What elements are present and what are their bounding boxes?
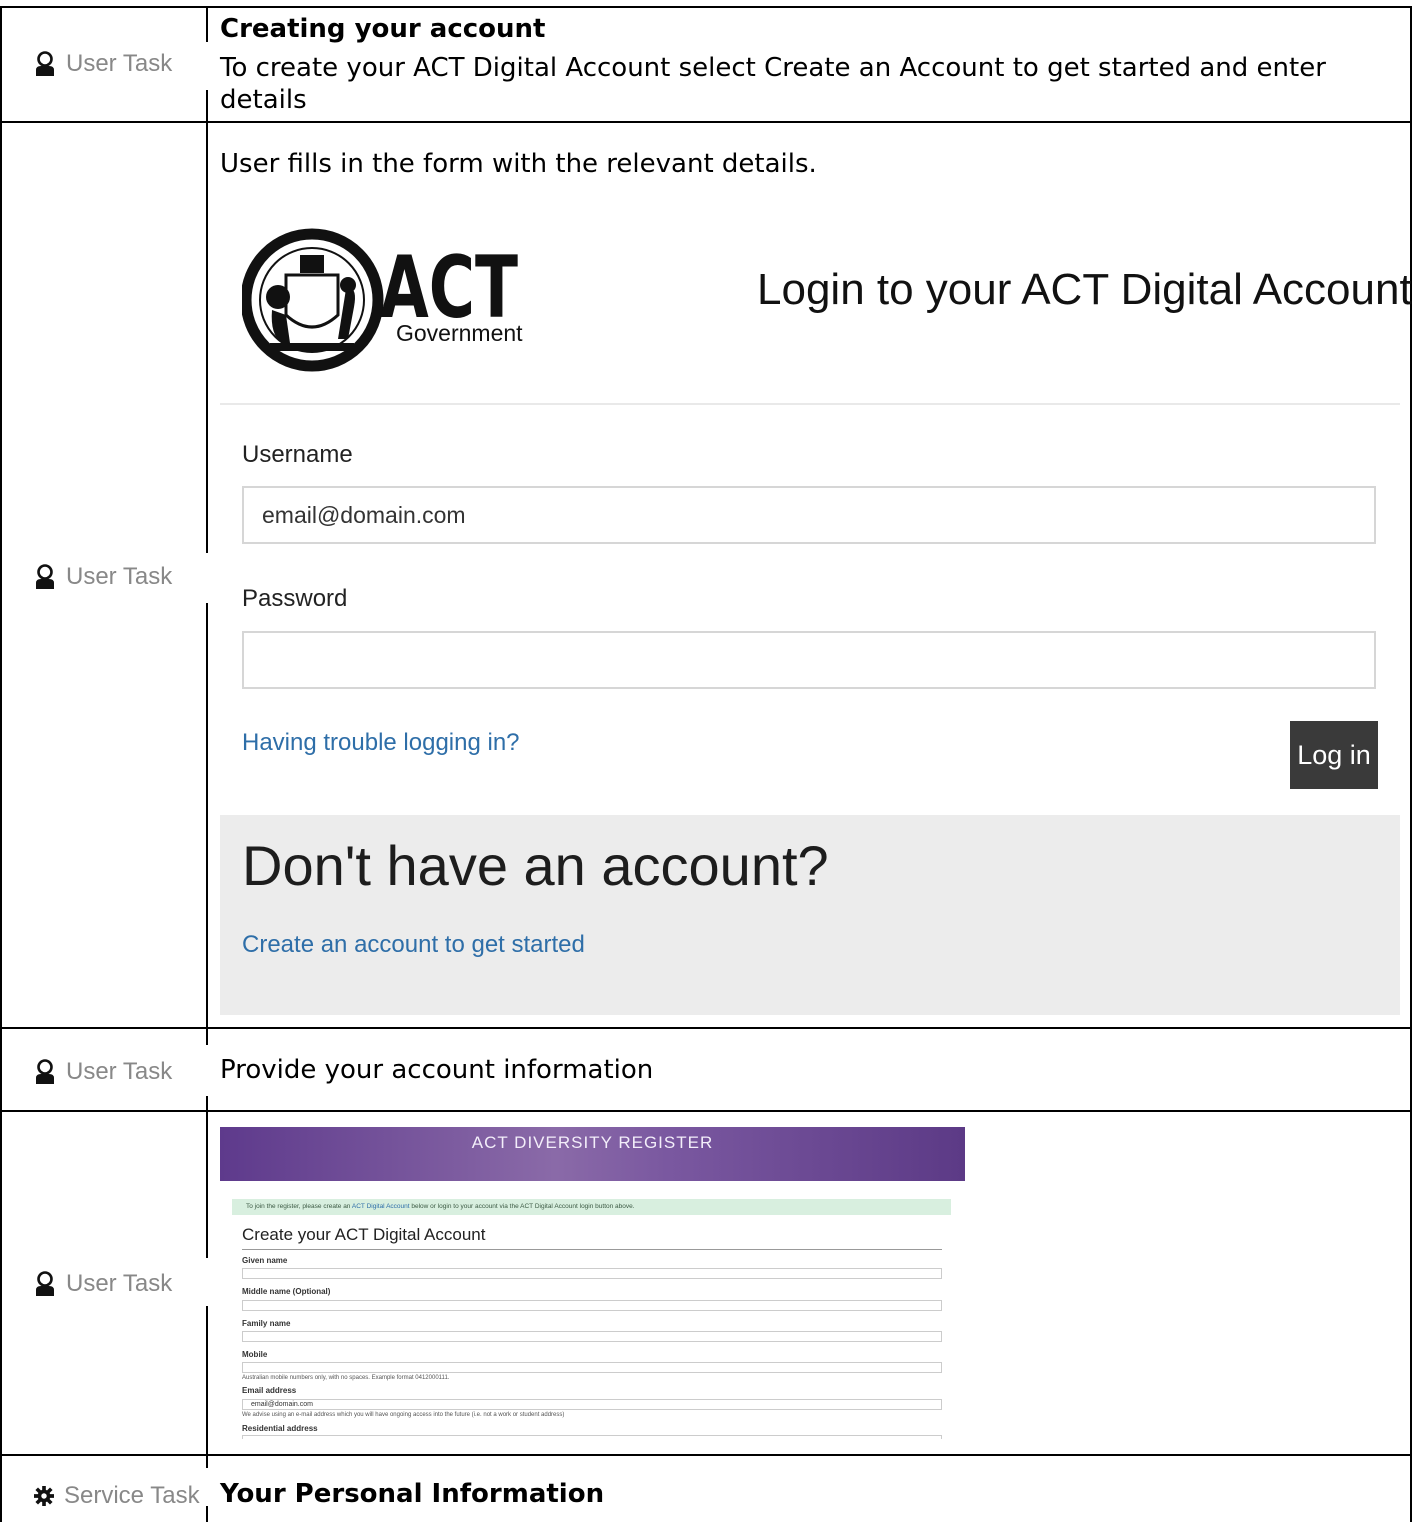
mobile-input[interactable]	[242, 1362, 942, 1373]
login-title: Login to your ACT Digital Account	[757, 265, 1412, 314]
register-info-note: To join the register, please create an A…	[232, 1199, 951, 1215]
row-divider	[0, 1454, 1412, 1456]
column-divider	[206, 1027, 208, 1045]
user-icon	[36, 51, 54, 76]
user-icon	[36, 1059, 54, 1084]
task-label-text: User Task	[66, 1058, 173, 1085]
row-divider	[0, 1027, 1412, 1029]
task-label-text: User Task	[66, 50, 173, 77]
residential-address-label: Residential address	[242, 1424, 318, 1433]
given-name-label: Given name	[242, 1256, 288, 1265]
note-text: below or login to your account via the A…	[409, 1203, 635, 1210]
username-label: Username	[242, 441, 353, 468]
login-header: ACT Government Login to your ACT Digital…	[220, 195, 1412, 405]
column-divider	[206, 1454, 208, 1468]
task-label-text: Service Task	[64, 1482, 200, 1509]
row-divider	[0, 1110, 1412, 1112]
task-label: User Task	[34, 1058, 172, 1086]
user-icon	[36, 564, 54, 589]
task-label-text: User Task	[66, 1270, 173, 1297]
note-link[interactable]: ACT Digital Account	[352, 1203, 410, 1210]
no-account-section: Don't have an account? Create an account…	[220, 815, 1400, 1015]
register-banner-title: ACT DIVERSITY REGISTER	[471, 1133, 714, 1152]
middle-name-label: Middle name (Optional)	[242, 1287, 331, 1296]
row-heading: Creating your account	[220, 14, 546, 44]
login-button[interactable]: Log in	[1290, 721, 1378, 789]
given-name-input[interactable]	[242, 1268, 942, 1279]
column-divider	[206, 1306, 208, 1454]
residential-address-input[interactable]	[242, 1435, 942, 1439]
row-text: To create your ACT Digital Account selec…	[220, 53, 1326, 115]
password-input[interactable]	[242, 631, 1376, 689]
task-label: Service Task	[34, 1482, 200, 1510]
column-divider	[206, 90, 208, 121]
diversity-register-screenshot: ACT DIVERSITY REGISTER To join the regis…	[220, 1127, 965, 1439]
row-text: Provide your account information	[220, 1055, 654, 1085]
task-label: User Task	[34, 563, 172, 591]
middle-name-input[interactable]	[242, 1300, 942, 1311]
table-border-top	[0, 6, 1412, 8]
create-account-link[interactable]: Create an account to get started	[242, 931, 585, 959]
password-label: Password	[242, 585, 348, 612]
email-hint: We advise using an e-mail address which …	[242, 1412, 565, 1418]
column-divider	[206, 1110, 208, 1258]
username-input[interactable]: email@domain.com	[242, 486, 1376, 544]
user-icon	[36, 1271, 54, 1296]
task-label: User Task	[34, 1270, 172, 1298]
column-divider	[206, 121, 208, 553]
column-divider	[206, 1096, 208, 1110]
login-screenshot: ACT Government Login to your ACT Digital…	[220, 195, 1412, 1015]
note-text: To join the register, please create an	[246, 1203, 352, 1210]
column-divider	[206, 603, 208, 1027]
divider	[242, 1249, 942, 1250]
act-government-logo: ACT Government	[242, 228, 523, 372]
family-name-label: Family name	[242, 1319, 291, 1328]
gear-icon	[34, 1486, 54, 1506]
email-label: Email address	[242, 1386, 297, 1395]
row-heading: Your Personal Information	[220, 1479, 605, 1509]
row-divider	[0, 121, 1412, 123]
register-banner: ACT DIVERSITY REGISTER	[220, 1127, 965, 1181]
register-form-title: Create your ACT Digital Account	[242, 1225, 486, 1244]
column-divider	[206, 1506, 208, 1522]
table-border-left	[0, 6, 2, 1522]
mobile-hint: Australian mobile numbers only, with no …	[242, 1375, 450, 1381]
no-account-heading: Don't have an account?	[242, 834, 829, 897]
email-input[interactable]: email@domain.com	[242, 1399, 942, 1410]
trouble-logging-in-link[interactable]: Having trouble logging in?	[242, 729, 520, 757]
mobile-label: Mobile	[242, 1350, 268, 1359]
logo-subtext: Government	[396, 320, 523, 346]
column-divider	[206, 6, 208, 42]
row-text: User fills in the form with the relevant…	[220, 149, 817, 179]
task-label-text: User Task	[66, 563, 173, 590]
task-label: User Task	[34, 50, 172, 78]
family-name-input[interactable]	[242, 1331, 942, 1342]
